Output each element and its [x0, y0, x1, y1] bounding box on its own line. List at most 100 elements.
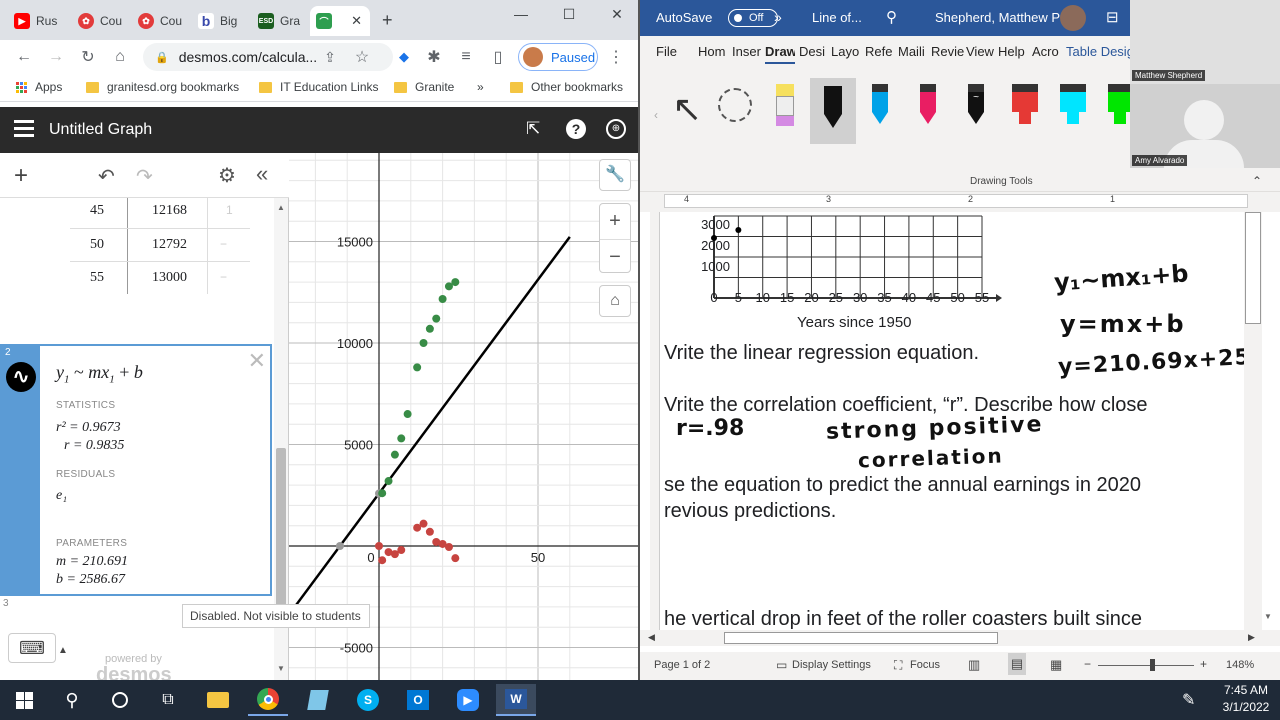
hamburger-menu-icon[interactable]	[14, 120, 34, 137]
ribbon-display-options-icon[interactable]: ⊟	[1106, 8, 1119, 26]
bookmark-granitesd[interactable]: granitesd.org bookmarks	[86, 80, 239, 94]
app-taskbar-icon[interactable]	[298, 684, 338, 716]
pen-workspace-icon[interactable]: ✎	[1182, 690, 1195, 710]
maximize-icon[interactable]: ☐	[546, 0, 592, 28]
table-cell[interactable]: 45	[90, 203, 104, 219]
zoom-slider[interactable]	[1098, 665, 1194, 666]
new-tab-icon[interactable]: +	[382, 10, 393, 31]
tab-insert[interactable]: Inser	[732, 44, 762, 59]
display-settings-button[interactable]: Display Settings	[792, 659, 871, 671]
forward-icon[interactable]: →	[46, 47, 66, 67]
print-layout-icon[interactable]: ▤	[1008, 653, 1026, 675]
chrome-menu-icon[interactable]: ⋮	[606, 47, 626, 67]
zoom-app-icon[interactable]: ▶	[448, 684, 488, 716]
document-title[interactable]: Line of...	[812, 10, 862, 25]
zoom-in-icon[interactable]: +	[600, 204, 630, 239]
browser-tab-3[interactable]: ✿ Cou	[132, 6, 190, 36]
lasso-select-icon[interactable]	[718, 88, 752, 122]
focus-button[interactable]: Focus	[910, 659, 940, 671]
graph-canvas[interactable]: 15000 10000 5000 -5000 0 50 🔧 + − ⌂	[289, 153, 638, 680]
add-item-icon[interactable]: +	[14, 162, 28, 190]
home-icon[interactable]: ⌂	[110, 47, 130, 67]
task-view-icon[interactable]: ⧉	[148, 684, 188, 716]
search-icon[interactable]: ⚲	[52, 684, 92, 716]
outlook-icon[interactable]: O	[398, 684, 438, 716]
help-icon[interactable]: ?	[566, 119, 586, 139]
scrollbar-thumb[interactable]	[724, 632, 998, 644]
share-icon[interactable]: ⇪	[320, 47, 340, 67]
highlighter-cyan-icon[interactable]	[1060, 84, 1086, 128]
pen-galaxy-icon[interactable]: ~	[968, 84, 984, 128]
residual-variable[interactable]: e₁	[56, 488, 67, 504]
tab-help[interactable]: Help	[998, 44, 1028, 59]
document-horizontal-scrollbar[interactable]: ◀ ▶	[640, 630, 1280, 646]
table-cell[interactable]: 55	[90, 270, 104, 286]
chrome-taskbar-icon[interactable]	[248, 684, 288, 716]
highlighter-red-icon[interactable]	[1012, 84, 1038, 128]
bookmark-apps[interactable]: Apps	[16, 80, 62, 94]
browser-tab-2[interactable]: ✿ Cou	[72, 6, 130, 36]
collapse-ribbon-icon[interactable]: ⌃	[1252, 174, 1262, 188]
graph-svg[interactable]: 15000 10000 5000 -5000 0 50	[289, 153, 638, 680]
scroll-right-icon[interactable]: ▶	[1248, 632, 1255, 643]
autosave-toggle[interactable]: Off	[728, 9, 778, 27]
table-cell[interactable]: 12168	[152, 203, 187, 219]
scroll-left-icon[interactable]: ‹	[654, 108, 658, 122]
select-arrow-icon[interactable]: ↖	[672, 88, 702, 130]
tab-acrobat[interactable]: Acro	[1032, 44, 1064, 59]
windows-start-icon[interactable]	[4, 684, 44, 716]
reload-icon[interactable]: ↻	[78, 47, 98, 67]
table-cell[interactable]: 12792	[152, 237, 187, 253]
bookmarks-overflow[interactable]: »	[477, 80, 484, 94]
close-window-icon[interactable]: ✕	[594, 0, 638, 28]
regression-expression[interactable]: 2 ∿ ✕ y1 ~ mx1 + b STATISTICS r² = 0.967…	[0, 344, 272, 596]
regression-formula[interactable]: y1 ~ mx1 + b	[56, 362, 143, 386]
zoom-slider-thumb[interactable]	[1150, 659, 1155, 671]
pen-pink-icon[interactable]	[920, 84, 936, 128]
quick-access-more-icon[interactable]: »	[774, 9, 782, 25]
zoom-out-icon[interactable]: −	[600, 239, 630, 273]
media-control-icon[interactable]: ≡	[456, 47, 476, 67]
undo-icon[interactable]: ↶	[98, 164, 115, 189]
highlighter-yellow-icon[interactable]	[776, 84, 794, 128]
settings-gear-icon[interactable]: ⚙	[218, 163, 236, 188]
document-page[interactable]: 3000 2000 1000 0 5 10 15 20 25 30 35 40 45 50 55 Year…	[640, 212, 1280, 630]
scroll-down-icon[interactable]: ▼	[1264, 612, 1272, 621]
scroll-left-icon[interactable]: ◀	[648, 632, 655, 643]
zoom-level[interactable]: 148%	[1226, 659, 1254, 671]
tab-file[interactable]: File	[656, 44, 684, 59]
browser-tab-5[interactable]: ESD Gra	[252, 6, 310, 36]
browser-tab-active[interactable]: ⌒ ✕	[310, 6, 370, 36]
default-viewport-home-icon[interactable]: ⌂	[599, 285, 631, 317]
video-tile-top[interactable]: Matthew Shepherd	[1130, 0, 1280, 84]
tab-mailings[interactable]: Maili	[898, 44, 930, 59]
share-graph-icon[interactable]: ⇱	[526, 119, 540, 139]
pen-blue-icon[interactable]	[872, 84, 888, 128]
horizontal-ruler[interactable]: 4 3 2 1	[640, 192, 1280, 212]
tab-home[interactable]: Hom	[698, 44, 726, 59]
tab-design[interactable]: Desi	[799, 44, 827, 59]
bookmark-star-icon[interactable]: ☆	[352, 47, 372, 67]
file-explorer-icon[interactable]	[198, 684, 238, 716]
side-panel-icon[interactable]: ▯	[488, 47, 508, 67]
video-tile-bottom[interactable]: Amy Alvarado	[1130, 84, 1280, 168]
browser-tab-4[interactable]: b Big	[192, 6, 250, 36]
web-layout-icon[interactable]: ▦	[1050, 657, 1062, 673]
back-icon[interactable]: ←	[14, 47, 34, 67]
pen-black-selected[interactable]	[810, 78, 856, 144]
graph-settings-wrench-icon[interactable]: 🔧	[599, 159, 631, 191]
focus-icon[interactable]: ⛶	[894, 658, 902, 673]
system-clock[interactable]: 7:45 AM 3/1/2022	[1218, 683, 1274, 714]
collapse-list-icon[interactable]: «	[256, 161, 268, 187]
bookmark-granite[interactable]: Granite	[394, 80, 454, 94]
close-tab-icon[interactable]: ✕	[351, 13, 362, 29]
read-mode-icon[interactable]: ▥	[968, 657, 980, 673]
scrollbar-thumb[interactable]	[1245, 212, 1261, 324]
document-vertical-scrollbar[interactable]	[1244, 212, 1262, 630]
skype-icon[interactable]: S	[348, 684, 388, 716]
zoom-out-icon[interactable]: −	[1084, 657, 1091, 671]
extensions-puzzle-icon[interactable]: ✱	[424, 47, 444, 67]
account-avatar[interactable]	[1060, 5, 1086, 31]
display-settings-icon[interactable]: ▭	[776, 658, 787, 672]
highlighter-green-icon[interactable]	[1108, 84, 1132, 128]
